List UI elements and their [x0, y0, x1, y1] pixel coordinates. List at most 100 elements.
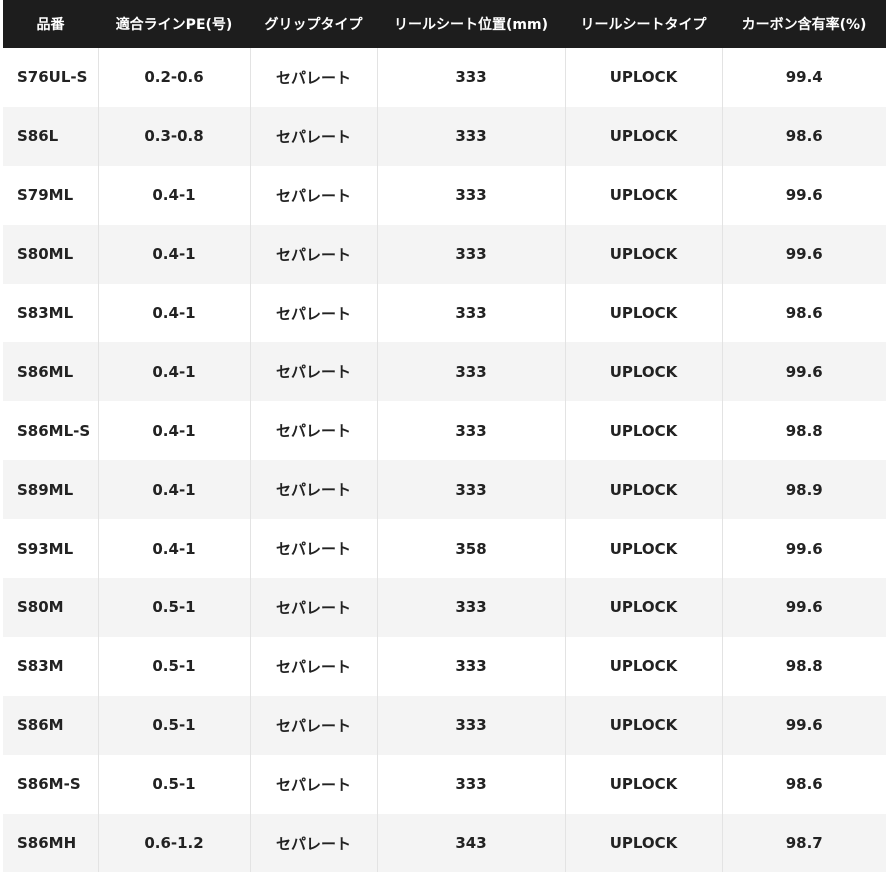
cell-reel-seat-position: 333 [377, 636, 566, 696]
cell-line-pe: 0.2-0.6 [98, 48, 251, 107]
cell-grip-type: セパレート [250, 695, 378, 755]
cell-line-pe: 0.4-1 [98, 519, 251, 579]
cell-carbon-content: 99.4 [722, 48, 886, 107]
cell-reel-seat-position: 333 [377, 578, 566, 637]
cell-reel-seat-type: UPLOCK [565, 224, 723, 284]
header-reel-seat-type: リールシートタイプ [565, 0, 722, 48]
cell-line-pe: 0.4-1 [98, 224, 251, 284]
cell-reel-seat-position: 333 [377, 106, 566, 166]
cell-carbon-content: 99.6 [722, 342, 886, 402]
cell-reel-seat-position: 333 [377, 48, 566, 107]
cell-reel-seat-position: 333 [377, 695, 566, 755]
header-grip-type: グリップタイプ [250, 0, 377, 48]
spec-table-body: S76UL-S 0.2-0.6 セパレート 333 UPLOCK 99.4 S86L 0.3-… [3, 48, 886, 872]
cell-reel-seat-position: 333 [377, 224, 566, 284]
cell-model: S93ML [3, 519, 99, 579]
header-reel-seat-position: リールシート位置(mm) [377, 0, 565, 48]
cell-model: S80M [3, 578, 99, 637]
table-row: S93ML 0.4-1 セパレート 358 UPLOCK 99.6 [3, 519, 886, 579]
cell-line-pe: 0.5-1 [98, 636, 251, 696]
table-row: S86ML 0.4-1 セパレート 333 UPLOCK 99.6 [3, 342, 886, 402]
cell-model: S86ML [3, 342, 99, 402]
cell-model: S80ML [3, 224, 99, 284]
cell-carbon-content: 99.6 [722, 578, 886, 637]
cell-carbon-content: 98.8 [722, 401, 886, 461]
cell-carbon-content: 98.9 [722, 460, 886, 520]
cell-reel-seat-type: UPLOCK [565, 283, 723, 343]
cell-model: S76UL-S [3, 48, 99, 107]
spec-table-header: 品番 適合ラインPE(号) グリップタイプ リールシート位置(mm) リールシー… [3, 0, 886, 48]
cell-grip-type: セパレート [250, 342, 378, 402]
cell-reel-seat-position: 333 [377, 283, 566, 343]
cell-grip-type: セパレート [250, 754, 378, 814]
cell-carbon-content: 98.7 [722, 813, 886, 872]
cell-line-pe: 0.4-1 [98, 342, 251, 402]
cell-line-pe: 0.4-1 [98, 460, 251, 520]
cell-grip-type: セパレート [250, 48, 378, 107]
table-row: S79ML 0.4-1 セパレート 333 UPLOCK 99.6 [3, 165, 886, 225]
table-row: S86M 0.5-1 セパレート 333 UPLOCK 99.6 [3, 695, 886, 755]
cell-reel-seat-position: 333 [377, 754, 566, 814]
cell-reel-seat-type: UPLOCK [565, 165, 723, 225]
cell-grip-type: セパレート [250, 519, 378, 579]
cell-line-pe: 0.4-1 [98, 165, 251, 225]
cell-model: S83M [3, 636, 99, 696]
cell-grip-type: セパレート [250, 578, 378, 637]
cell-model: S89ML [3, 460, 99, 520]
cell-reel-seat-position: 333 [377, 401, 566, 461]
table-row: S86L 0.3-0.8 セパレート 333 UPLOCK 98.6 [3, 106, 886, 166]
table-row: S86ML-S 0.4-1 セパレート 333 UPLOCK 98.8 [3, 401, 886, 461]
table-row: S80ML 0.4-1 セパレート 333 UPLOCK 99.6 [3, 224, 886, 284]
cell-line-pe: 0.4-1 [98, 401, 251, 461]
cell-reel-seat-type: UPLOCK [565, 342, 723, 402]
cell-grip-type: セパレート [250, 106, 378, 166]
cell-grip-type: セパレート [250, 636, 378, 696]
cell-reel-seat-type: UPLOCK [565, 48, 723, 107]
cell-line-pe: 0.5-1 [98, 754, 251, 814]
cell-carbon-content: 98.6 [722, 283, 886, 343]
cell-model: S86M-S [3, 754, 99, 814]
header-model: 品番 [3, 0, 98, 48]
cell-carbon-content: 99.6 [722, 165, 886, 225]
cell-carbon-content: 98.6 [722, 106, 886, 166]
cell-carbon-content: 99.6 [722, 695, 886, 755]
cell-reel-seat-position: 333 [377, 460, 566, 520]
cell-line-pe: 0.4-1 [98, 283, 251, 343]
spec-table: 品番 適合ラインPE(号) グリップタイプ リールシート位置(mm) リールシー… [3, 0, 886, 872]
cell-line-pe: 0.5-1 [98, 578, 251, 637]
cell-reel-seat-type: UPLOCK [565, 636, 723, 696]
cell-carbon-content: 99.6 [722, 224, 886, 284]
table-row: S83M 0.5-1 セパレート 333 UPLOCK 98.8 [3, 636, 886, 696]
cell-reel-seat-type: UPLOCK [565, 813, 723, 872]
cell-reel-seat-position: 358 [377, 519, 566, 579]
cell-reel-seat-type: UPLOCK [565, 578, 723, 637]
cell-reel-seat-type: UPLOCK [565, 401, 723, 461]
cell-reel-seat-type: UPLOCK [565, 106, 723, 166]
header-row: 品番 適合ラインPE(号) グリップタイプ リールシート位置(mm) リールシー… [3, 0, 886, 48]
cell-reel-seat-position: 333 [377, 165, 566, 225]
cell-reel-seat-position: 333 [377, 342, 566, 402]
cell-carbon-content: 99.6 [722, 519, 886, 579]
header-line-pe: 適合ラインPE(号) [98, 0, 250, 48]
table-row: S89ML 0.4-1 セパレート 333 UPLOCK 98.9 [3, 460, 886, 520]
table-row: S76UL-S 0.2-0.6 セパレート 333 UPLOCK 99.4 [3, 48, 886, 107]
table-row: S83ML 0.4-1 セパレート 333 UPLOCK 98.6 [3, 283, 886, 343]
table-row: S86MH 0.6-1.2 セパレート 343 UPLOCK 98.7 [3, 813, 886, 872]
cell-grip-type: セパレート [250, 224, 378, 284]
cell-model: S79ML [3, 165, 99, 225]
cell-reel-seat-type: UPLOCK [565, 519, 723, 579]
cell-carbon-content: 98.8 [722, 636, 886, 696]
cell-model: S86ML-S [3, 401, 99, 461]
cell-line-pe: 0.5-1 [98, 695, 251, 755]
cell-reel-seat-position: 343 [377, 813, 566, 872]
header-carbon-content: カーボン含有率(%) [722, 0, 886, 48]
cell-line-pe: 0.3-0.8 [98, 106, 251, 166]
cell-model: S86M [3, 695, 99, 755]
cell-reel-seat-type: UPLOCK [565, 754, 723, 814]
cell-grip-type: セパレート [250, 401, 378, 461]
cell-model: S86L [3, 106, 99, 166]
cell-grip-type: セパレート [250, 813, 378, 872]
cell-grip-type: セパレート [250, 165, 378, 225]
cell-reel-seat-type: UPLOCK [565, 695, 723, 755]
cell-model: S86MH [3, 813, 99, 872]
